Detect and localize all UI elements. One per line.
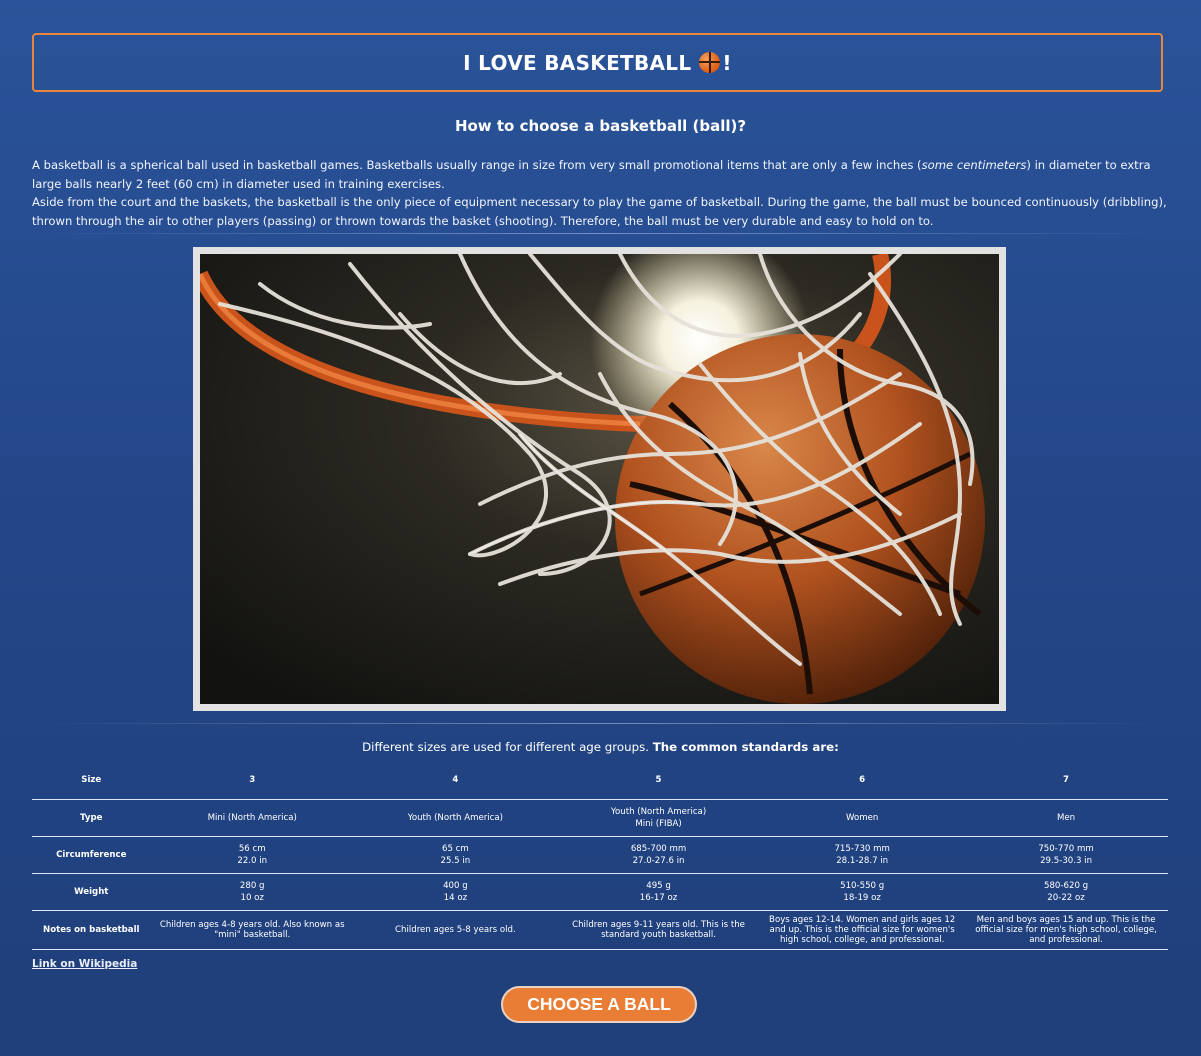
circumference-metric: 685-700 mm: [630, 843, 687, 854]
type-cell: Men: [964, 799, 1168, 837]
circumference-cell: 56 cm 22.0 in: [150, 836, 354, 874]
weight-imperial: 16-17 oz: [639, 892, 678, 903]
weight-imperial: 20-22 oz: [1047, 892, 1085, 903]
table-row-weight: Weight 280 g 10 oz 400 g 14 oz 495 g 16-17 …: [32, 873, 1168, 911]
weight-imperial: 18-19 oz: [843, 892, 881, 903]
notes-cell: Children ages 5-8 years old.: [353, 910, 557, 950]
circumference-imperial: 25.5 in: [440, 855, 471, 866]
basketball-icon: [699, 51, 721, 73]
weight-cell: 510-550 g 18-19 oz: [760, 873, 965, 911]
circumference-imperial: 28.1-28.7 in: [836, 855, 889, 866]
circumference-metric: 65 cm: [441, 843, 469, 854]
basketball-net-photo: [200, 254, 999, 704]
weight-metric: 510-550 g: [840, 880, 885, 891]
divider-bottom: [32, 723, 1168, 724]
row-header-notes: Notes on basketball: [32, 910, 151, 950]
intro-p1-start: A basketball is a spherical ball used in…: [32, 158, 922, 172]
circumference-cell: 685-700 mm 27.0-27.6 in: [556, 836, 761, 874]
type-value: Women: [845, 812, 879, 823]
circumference-cell: 65 cm 25.5 in: [353, 836, 557, 874]
header-banner: I LOVE BASKETBALL!: [32, 33, 1163, 92]
table-row-circumference: Circumference 56 cm 22.0 in 65 cm 25.5 in …: [32, 836, 1168, 874]
circumference-metric: 56 cm: [238, 843, 266, 854]
type-value: Mini (North America): [207, 812, 297, 823]
weight-cell: 495 g 16-17 oz: [556, 873, 761, 911]
size-cell: 6: [760, 762, 965, 800]
intro-p1-emphasis: some centimeters: [921, 158, 1027, 172]
type-cell: Youth (North America): [353, 799, 557, 837]
weight-cell: 580-620 g 20-22 oz: [964, 873, 1168, 911]
weight-cell: 280 g 10 oz: [150, 873, 354, 911]
size-cell: 7: [964, 762, 1168, 800]
ball-sizes-table: Size 3 4 5 6 7 Type Mini (North America)…: [32, 762, 1168, 950]
notes-cell: Men and boys ages 15 and up. This is the…: [964, 910, 1168, 950]
type-value: Youth (North America): [610, 806, 707, 817]
section-heading: How to choose a basketball (ball)?: [454, 117, 747, 135]
table-row-size: Size 3 4 5 6 7: [32, 762, 1168, 800]
page-title-text: I LOVE BASKETBALL: [463, 50, 692, 75]
divider-top: [32, 233, 1168, 234]
type-cell: Youth (North America) Mini (FIBA): [556, 799, 761, 837]
weight-metric: 400 g: [443, 880, 468, 891]
type-cell: Women: [760, 799, 965, 837]
choose-ball-button[interactable]: CHOOSE A BALL: [501, 986, 697, 1023]
notes-cell: Children ages 9-11 years old. This is th…: [556, 910, 761, 950]
page-title-suffix: !: [722, 50, 732, 75]
row-header-type: Type: [32, 799, 151, 837]
table-row-type: Type Mini (North America) Youth (North A…: [32, 799, 1168, 837]
type-cell: Mini (North America): [150, 799, 354, 837]
page: I LOVE BASKETBALL! How to choose a baske…: [0, 0, 1201, 1056]
sizes-caption-bold: The common standards are:: [652, 740, 839, 754]
notes-cell: Children ages 4-8 years old. Also known …: [150, 910, 354, 950]
notes-cell: Boys ages 12-14. Women and girls ages 12…: [760, 910, 965, 950]
circumference-imperial: 29.5-30.3 in: [1040, 855, 1093, 866]
weight-metric: 580-620 g: [1044, 880, 1089, 891]
weight-cell: 400 g 14 oz: [353, 873, 557, 911]
row-header-size: Size: [32, 762, 151, 800]
intro-paragraph-1: A basketball is a spherical ball used in…: [32, 156, 1168, 193]
type-value: Men: [1056, 812, 1076, 823]
weight-imperial: 10 oz: [240, 892, 264, 903]
sizes-caption-text: Different sizes are used for different a…: [362, 740, 649, 754]
intro-paragraph-2: Aside from the court and the baskets, th…: [32, 195, 1167, 228]
circumference-imperial: 27.0-27.6 in: [632, 855, 685, 866]
circumference-imperial: 22.0 in: [237, 855, 268, 866]
weight-imperial: 14 oz: [443, 892, 468, 903]
circumference-cell: 715-730 mm 28.1-28.7 in: [760, 836, 965, 874]
circumference-cell: 750-770 mm 29.5-30.3 in: [964, 836, 1168, 874]
weight-metric: 280 g: [239, 880, 265, 891]
size-cell: 5: [556, 762, 761, 800]
table-row-notes: Notes on basketball Children ages 4-8 ye…: [32, 910, 1168, 950]
row-header-circumference: Circumference: [32, 836, 151, 874]
sizes-caption: Different sizes are used for different a…: [0, 740, 1201, 754]
type-value: Mini (FIBA): [635, 818, 682, 829]
wikipedia-link[interactable]: Link on Wikipedia: [32, 958, 137, 970]
type-value: Youth (North America): [407, 812, 504, 823]
circumference-metric: 750-770 mm: [1038, 843, 1094, 854]
page-title: I LOVE BASKETBALL!: [463, 51, 732, 75]
intro-text: A basketball is a spherical ball used in…: [32, 156, 1168, 230]
size-cell: 3: [150, 762, 354, 800]
size-cell: 4: [353, 762, 557, 800]
weight-metric: 495 g: [646, 880, 671, 891]
circumference-metric: 715-730 mm: [834, 843, 890, 854]
basketball-photo-frame: [193, 247, 1006, 711]
row-header-weight: Weight: [32, 873, 151, 911]
